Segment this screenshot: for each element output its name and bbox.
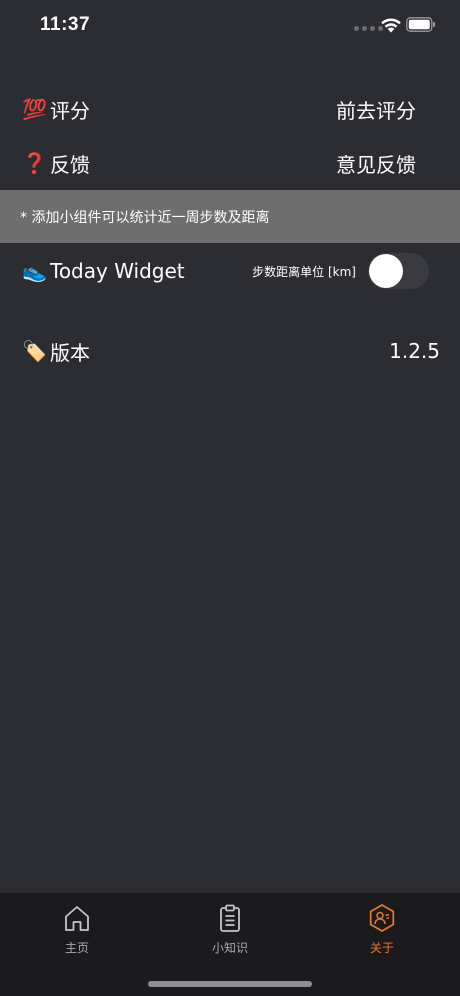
version-value: 1.2.5: [389, 339, 440, 363]
sneaker-icon: 👟: [22, 259, 47, 283]
version-row: 🏷️ 版本 1.2.5: [0, 330, 460, 372]
hundred-points-icon: 💯: [22, 97, 47, 121]
battery-icon: [406, 17, 435, 32]
send-feedback-button[interactable]: 意见反馈: [336, 149, 416, 178]
tab-tips[interactable]: 小知识: [190, 903, 270, 956]
question-mark-icon: ❓: [22, 151, 47, 175]
tab-home[interactable]: 主页: [37, 903, 117, 956]
status-time: 11:37: [40, 14, 91, 35]
toggle-knob: [369, 254, 403, 288]
status-bar: 11:37: [0, 0, 460, 50]
tag-icon: 🏷️: [22, 339, 47, 363]
home-icon: [65, 906, 89, 931]
tab-about-label: 关于: [369, 941, 394, 955]
distance-unit-toggle[interactable]: [368, 253, 429, 289]
distance-unit-label: 步数距离单位 [km]: [252, 264, 356, 279]
tab-tips-label: 小知识: [211, 941, 248, 955]
wifi-icon: [381, 18, 401, 33]
feedback-label: 反馈: [50, 152, 90, 177]
home-indicator[interactable]: [148, 981, 312, 987]
cellular-signal-icon: [354, 26, 383, 31]
clipboard-icon: [220, 904, 240, 932]
widget-info-text: * 添加小组件可以统计近一周步数及距离: [20, 209, 270, 226]
rating-label: 评分: [50, 98, 90, 123]
rating-row[interactable]: 💯 评分 前去评分: [0, 88, 460, 130]
about-screen: 11:37 💯 评分 前去评分 ❓ 反馈 意见反馈 * 添加小组件可以统计近一周…: [0, 0, 460, 996]
tab-about[interactable]: 关于: [342, 903, 422, 956]
today-widget-label: Today Widget: [50, 259, 185, 283]
widget-info-banner: * 添加小组件可以统计近一周步数及距离: [0, 190, 460, 243]
go-rate-button[interactable]: 前去评分: [336, 95, 416, 124]
tab-home-label: 主页: [64, 941, 89, 955]
version-label: 版本: [50, 340, 90, 365]
feedback-row[interactable]: ❓ 反馈 意见反馈: [0, 142, 460, 184]
about-user-icon: [369, 904, 395, 932]
